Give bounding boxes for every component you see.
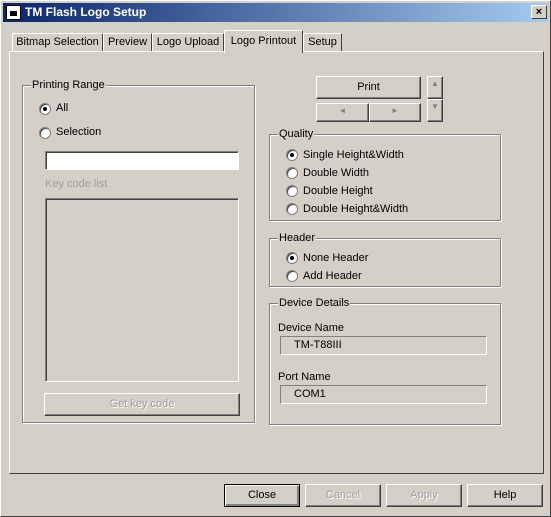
all-radio[interactable] (39, 103, 51, 115)
cancel-button[interactable]: Cancel (305, 484, 381, 507)
quality-single-label: Single Height&Width (303, 149, 404, 161)
quality-double-width-label: Double Width (303, 167, 370, 179)
up-arrow-icon: ▲ (431, 79, 439, 88)
tab-setup[interactable]: Setup (303, 33, 342, 52)
tab-logo-printout[interactable]: Logo Printout (224, 30, 303, 53)
help-button[interactable]: Help (467, 484, 543, 507)
device-details-group: Device Details Device Name TM-T88III Por… (269, 297, 501, 425)
get-key-code-label: Get key code (109, 398, 175, 410)
quality-single-radio[interactable] (286, 149, 298, 161)
scroll-up-button[interactable]: ▲ (427, 76, 443, 99)
tab-bitmap-selection[interactable]: Bitmap Selection (12, 33, 103, 52)
keycode-list-label: Key code list (45, 178, 108, 190)
selection-input[interactable] (45, 151, 239, 170)
quality-group: Quality Single Height&Width Double Width… (269, 128, 501, 221)
header-title: Header (278, 232, 317, 244)
print-button[interactable]: Print (316, 76, 421, 99)
all-label: All (56, 102, 69, 114)
app-icon (6, 5, 21, 20)
close-icon[interactable]: × (531, 5, 547, 19)
title-bar[interactable]: TM Flash Logo Setup × (3, 3, 548, 22)
add-header-radio[interactable] (286, 270, 298, 282)
device-name-field: TM-T88III (280, 336, 487, 355)
port-name-field: COM1 (280, 385, 487, 404)
right-arrow-icon: ► (391, 106, 399, 115)
quality-double-height-radio[interactable] (286, 185, 298, 197)
apply-label: Apply (410, 489, 438, 501)
port-name-label: Port Name (278, 371, 331, 383)
device-details-title: Device Details (278, 297, 351, 309)
keycode-list[interactable] (45, 198, 239, 382)
header-group: Header None Header Add Header (269, 232, 501, 287)
get-key-code-button[interactable]: Get key code (44, 393, 240, 416)
quality-title: Quality (278, 128, 315, 140)
down-arrow-icon: ▼ (431, 102, 439, 111)
scroll-right-button[interactable]: ► (369, 103, 421, 122)
add-header-label: Add Header (303, 270, 362, 282)
close-button[interactable]: Close (224, 484, 300, 507)
left-arrow-icon: ◄ (338, 106, 347, 115)
none-header-radio[interactable] (286, 252, 298, 264)
quality-double-hw-label: Double Height&Width (303, 203, 409, 215)
printing-range-title: Printing Range (31, 79, 106, 91)
none-header-label: None Header (303, 252, 369, 264)
window-title: TM Flash Logo Setup (25, 5, 147, 19)
scroll-down-button[interactable]: ▼ (427, 99, 443, 122)
tab-panel-logo-printout: Printing Range All Selection Key code li… (9, 51, 544, 474)
selection-radio[interactable] (39, 127, 51, 139)
quality-double-hw-radio[interactable] (286, 203, 298, 215)
apply-button[interactable]: Apply (386, 484, 462, 507)
device-name-label: Device Name (278, 322, 345, 334)
printing-range-group: Printing Range All Selection Key code li… (22, 79, 255, 423)
tab-logo-upload[interactable]: Logo Upload (152, 33, 224, 52)
tab-preview[interactable]: Preview (103, 33, 152, 52)
quality-double-width-radio[interactable] (286, 167, 298, 179)
scroll-left-button[interactable]: ◄ (316, 103, 369, 122)
dialog-window: TM Flash Logo Setup × Bitmap Selection P… (0, 0, 551, 517)
quality-double-height-label: Double Height (303, 185, 373, 197)
cancel-label: Cancel (325, 489, 361, 501)
selection-label: Selection (56, 126, 102, 138)
